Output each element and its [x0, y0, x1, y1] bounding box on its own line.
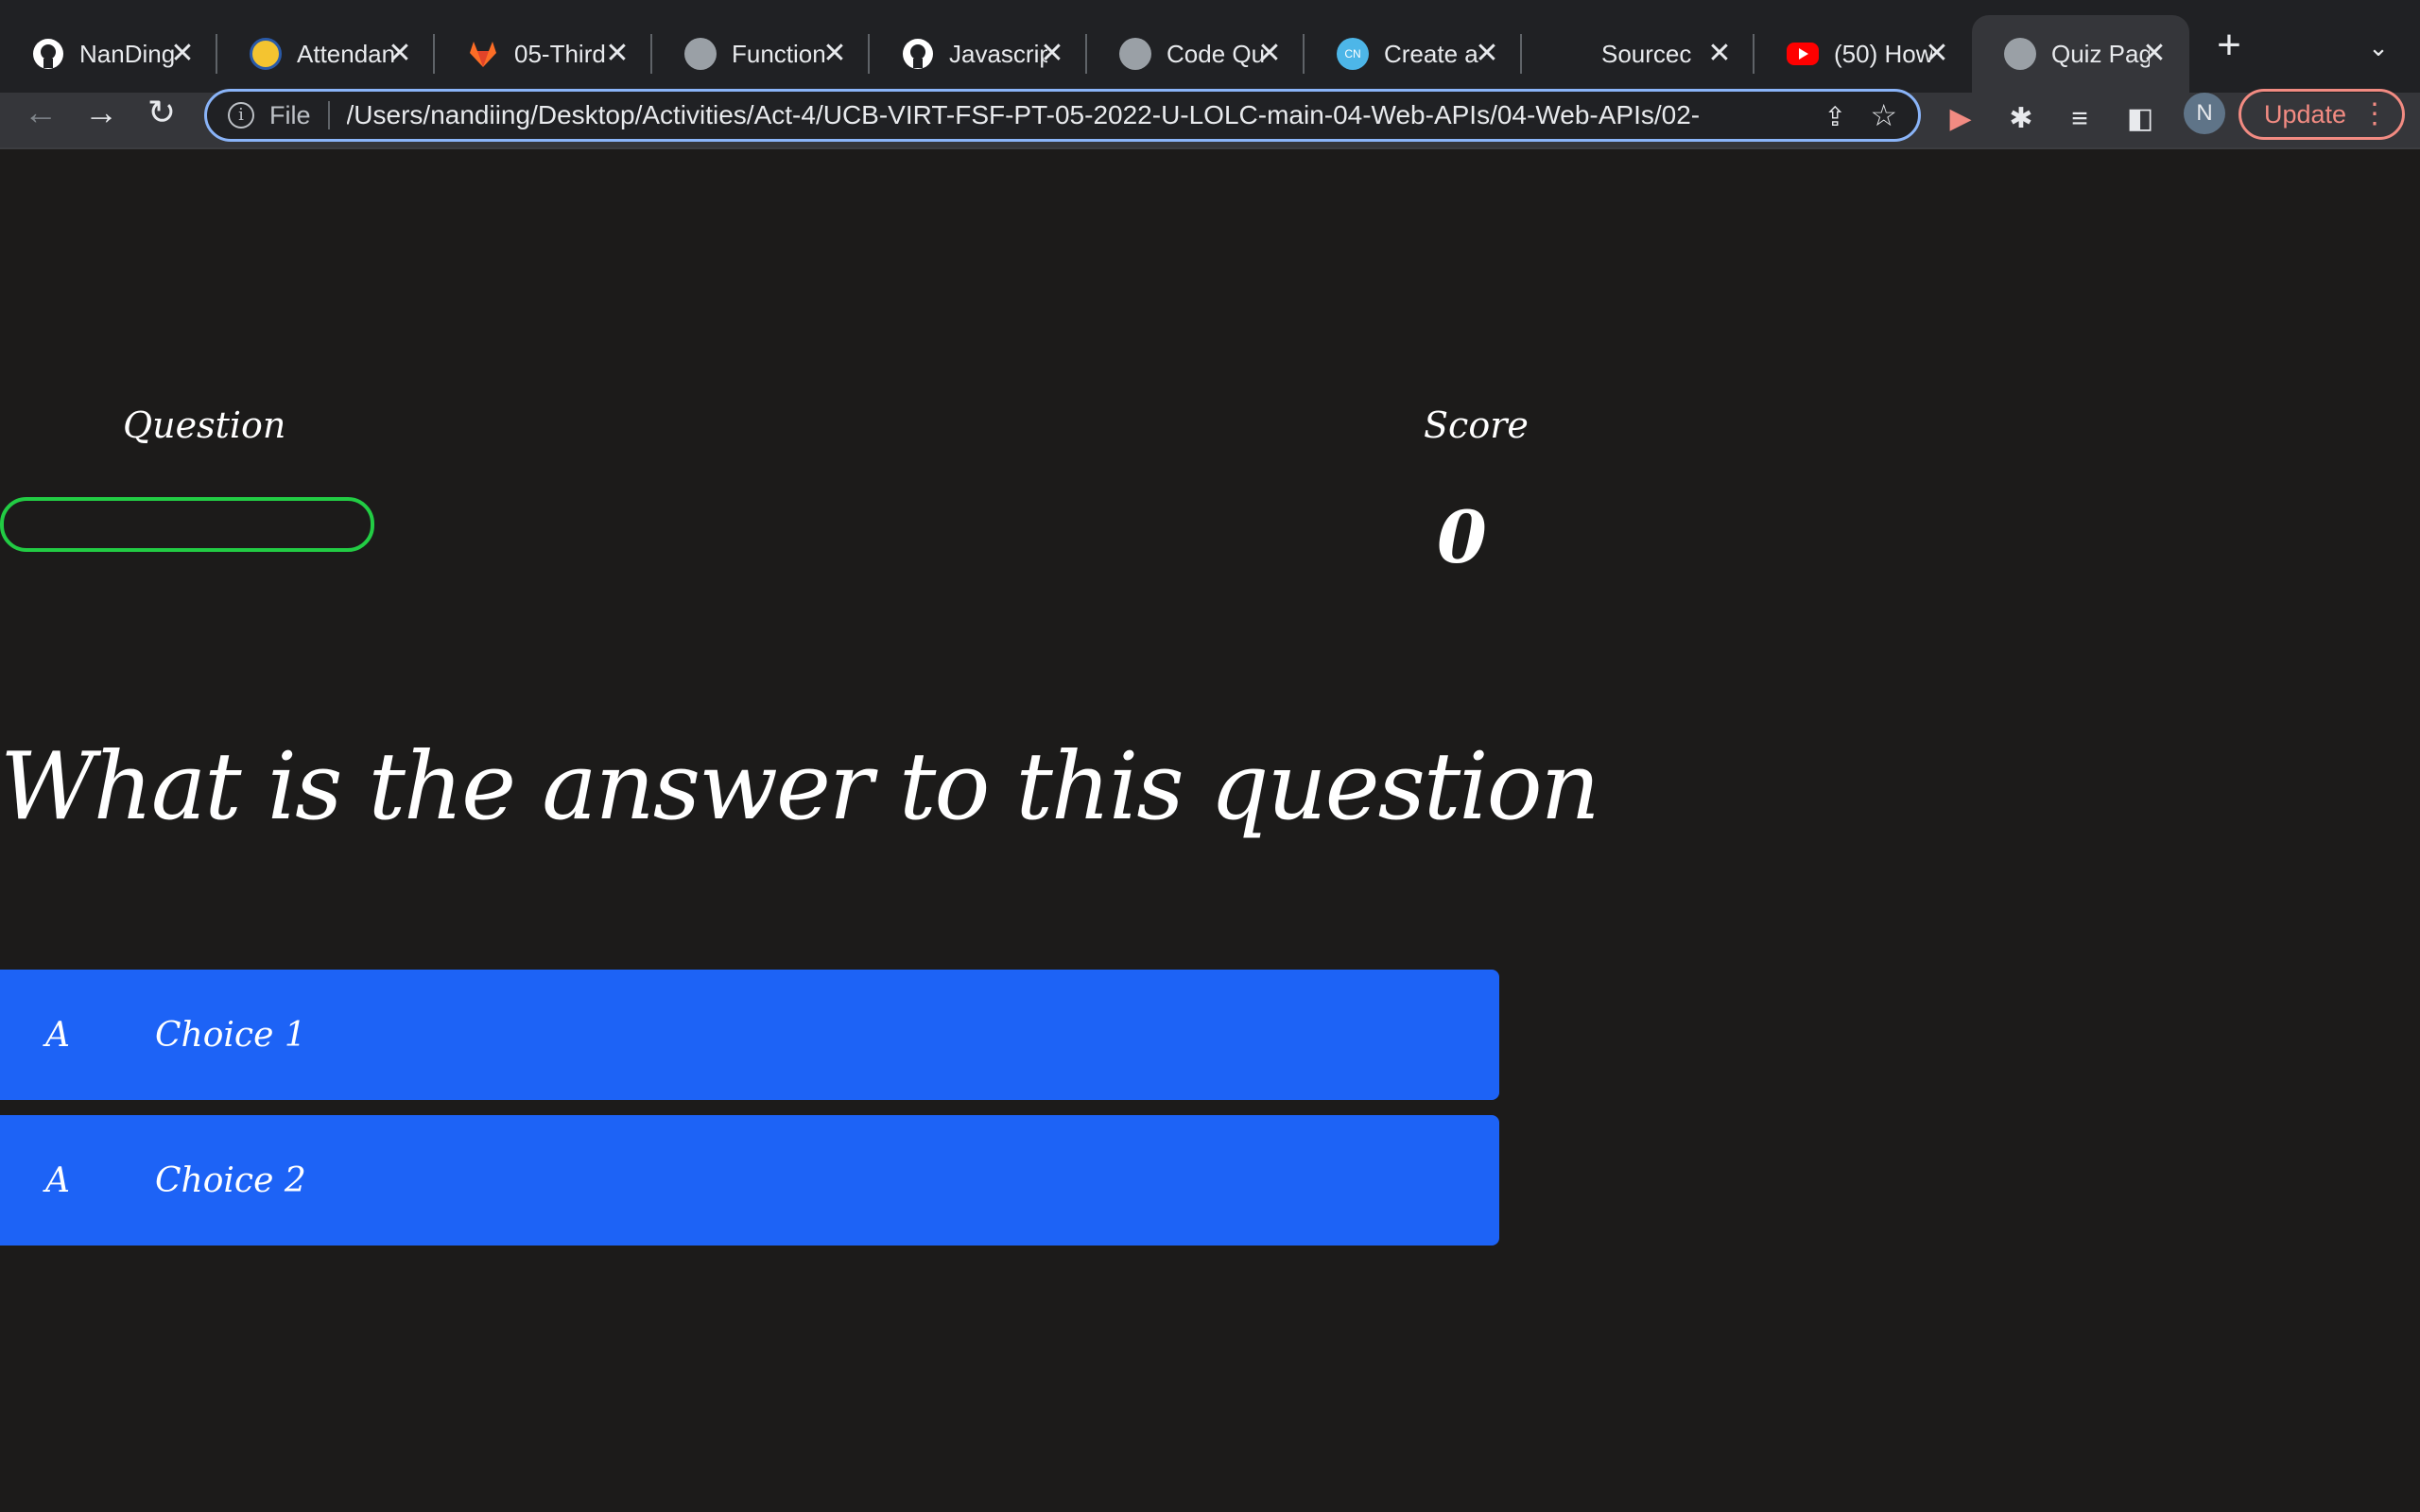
back-arrow-icon[interactable]: ← — [19, 91, 62, 134]
tab-title: Code Qu — [1167, 39, 1265, 68]
reload-icon[interactable]: ↻ — [140, 91, 183, 134]
close-tab-icon[interactable]: ✕ — [1036, 38, 1068, 70]
address-url[interactable]: /Users/nandiing/Desktop/Activities/Act-4… — [347, 100, 1803, 130]
close-tab-icon[interactable]: ✕ — [1703, 38, 1736, 70]
choice-prefix: A — [45, 1160, 70, 1200]
tab-strip: NanDing ✕ Attendan ✕ 05-Third ✕ Function… — [0, 0, 2420, 93]
tab-title: 05-Third — [514, 39, 606, 68]
tab-functions[interactable]: Function ✕ — [652, 15, 870, 93]
update-button[interactable]: Update ⋮ — [2238, 89, 2405, 140]
tab-gitlab[interactable]: 05-Third ✕ — [435, 15, 652, 93]
score-value: 0 — [1437, 495, 1487, 579]
globe-icon — [684, 38, 717, 70]
more-menu-icon[interactable]: ⋮ — [2360, 97, 2389, 130]
tab-attendance[interactable]: Attendan ✕ — [217, 15, 435, 93]
tab-nandinglab[interactable]: NanDing ✕ — [0, 15, 217, 93]
side-panel-icon[interactable]: ◧ — [2119, 98, 2161, 140]
question-progress-bar — [0, 497, 374, 552]
gitlab-icon — [467, 38, 499, 70]
blank-icon — [1554, 38, 1586, 70]
choice-text: Choice 2 — [155, 1160, 306, 1200]
close-tab-icon[interactable]: ✕ — [1253, 38, 1286, 70]
close-tab-icon[interactable]: ✕ — [819, 38, 851, 70]
tab-javascript[interactable]: Javascrip ✕ — [870, 15, 1087, 93]
address-scheme: File — [269, 100, 311, 129]
tab-title: Function — [732, 39, 826, 68]
close-tab-icon[interactable]: ✕ — [601, 38, 633, 70]
tab-title: Sourcec — [1601, 39, 1692, 68]
attendance-logo-icon — [250, 38, 282, 70]
tab-title: Quiz Pag — [2051, 39, 2150, 68]
close-tab-icon[interactable]: ✕ — [166, 38, 199, 70]
tab-title: Create a — [1384, 39, 1478, 68]
tab-code-quiz[interactable]: Code Qu ✕ — [1087, 15, 1305, 93]
tab-sourcecode[interactable]: Sourcec ✕ — [1522, 15, 1754, 93]
quiz-page: Question Score 0 What is the answer to t… — [0, 149, 2420, 1512]
choice-button-2[interactable]: A Choice 2 — [0, 1115, 1499, 1246]
globe-icon — [1119, 38, 1151, 70]
question-label: Question — [123, 404, 286, 446]
site-info-icon[interactable]: i — [228, 102, 254, 129]
new-tab-plus-icon[interactable]: + — [2210, 25, 2248, 66]
tab-title: (50) How — [1834, 39, 1932, 68]
tab-youtube[interactable]: (50) How ✕ — [1754, 15, 1972, 93]
score-label: Score — [1424, 404, 1529, 446]
update-label: Update — [2264, 99, 2347, 129]
address-divider — [327, 101, 330, 129]
forward-arrow-icon[interactable]: → — [79, 91, 123, 134]
bookmark-star-icon[interactable]: ☆ — [1870, 97, 1897, 133]
profile-avatar[interactable]: N — [2184, 93, 2225, 134]
close-tab-icon[interactable]: ✕ — [384, 38, 416, 70]
youtube-icon — [1787, 43, 1819, 65]
share-icon[interactable]: ⇪ — [1824, 101, 1846, 132]
address-bar[interactable]: i File /Users/nandiing/Desktop/Activitie… — [204, 89, 1921, 142]
tab-search-chevron-icon[interactable]: ⌄ — [2360, 28, 2397, 66]
tab-title: NanDing — [79, 39, 176, 68]
tab-title: Attendan — [297, 39, 395, 68]
tab-create[interactable]: CN Create a ✕ — [1305, 15, 1522, 93]
cn-icon: CN — [1337, 38, 1369, 70]
question-text: What is the answer to this question — [0, 733, 1600, 841]
tab-title: Javascrip — [949, 39, 1047, 68]
globe-icon — [2004, 38, 2036, 70]
extensions-puzzle-icon[interactable]: ✱ — [2000, 98, 2042, 140]
close-tab-icon[interactable]: ✕ — [2138, 38, 2170, 70]
extension-record-icon[interactable]: ▶ — [1940, 98, 1981, 140]
choice-text: Choice 1 — [155, 1015, 306, 1055]
tab-quiz-page[interactable]: Quiz Pag ✕ — [1972, 15, 2189, 93]
github-icon — [902, 38, 934, 70]
choice-prefix: A — [45, 1015, 70, 1055]
close-tab-icon[interactable]: ✕ — [1921, 38, 1953, 70]
close-tab-icon[interactable]: ✕ — [1471, 38, 1503, 70]
github-icon — [32, 38, 64, 70]
media-queue-icon[interactable]: ≡ — [2059, 98, 2100, 140]
choice-button-1[interactable]: A Choice 1 — [0, 970, 1499, 1100]
